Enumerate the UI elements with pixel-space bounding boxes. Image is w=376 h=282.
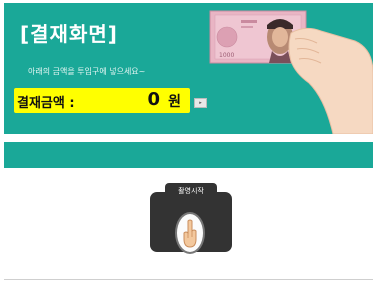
holding-hand-icon (288, 27, 373, 134)
payment-amount-value: 0 (147, 89, 160, 110)
hand-pointer-icon (183, 219, 197, 248)
payment-amount-unit: 원 (168, 94, 181, 110)
capture-start-label: 촬영시작 (178, 187, 204, 195)
payment-amount-box: 결재금액 : 0 원 (14, 88, 190, 113)
payment-amount-label: 결재금액 : (17, 96, 75, 111)
payment-header-panel: [결재화면] 아래의 금액을 투입구에 넣으세요~ 결재금액 : 0 원 ▸ 1… (4, 3, 373, 134)
camera-icon (150, 192, 232, 254)
camera-lens (175, 212, 205, 254)
bottom-divider (4, 279, 373, 280)
instruction-text: 아래의 금액을 투입구에 넣으세요~ (28, 67, 146, 76)
banknote-hand-illustration: 1000 (209, 10, 373, 134)
start-capture-button[interactable]: 촬영시작 (150, 183, 232, 254)
page-title: [결재화면] (20, 22, 118, 46)
svg-text:1000: 1000 (219, 52, 234, 59)
button-icon: ▸ (199, 100, 202, 106)
section-divider-bar (4, 142, 373, 168)
